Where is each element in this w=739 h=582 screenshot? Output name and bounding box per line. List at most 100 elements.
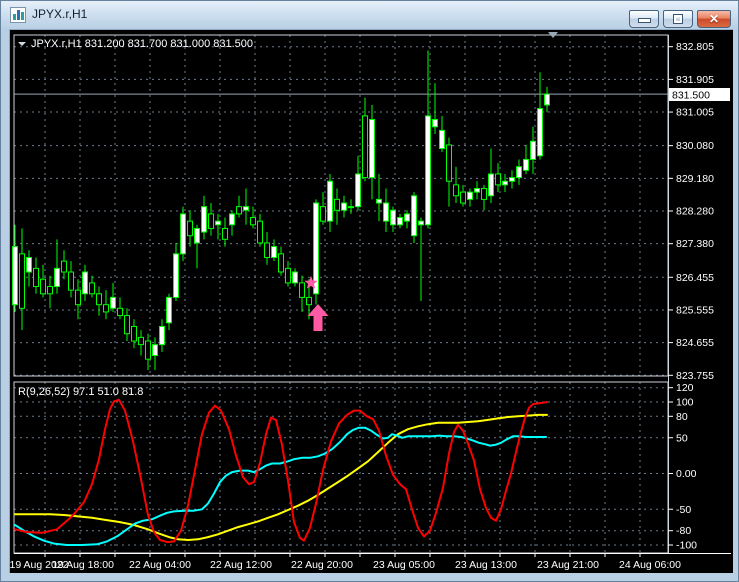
candle-body	[488, 173, 494, 197]
candle-body	[271, 246, 277, 258]
price-tick-label: 831.005	[676, 107, 714, 119]
chart-window: JPYX.r,H1 ✕ 832.805 831.905 831.005 830.080…	[0, 0, 739, 582]
candle-body	[285, 267, 291, 284]
indicator-tick-label: -80	[676, 525, 691, 537]
candle-body	[397, 217, 403, 226]
candle-body	[376, 198, 382, 204]
candle-body	[12, 246, 18, 306]
time-axis-label: 23 Aug 21:00	[537, 559, 599, 571]
candle-body	[61, 260, 67, 273]
price-tick-label: 828.280	[676, 206, 714, 218]
price-tick-label: 830.080	[676, 140, 714, 152]
candle-body	[544, 93, 550, 106]
candle-body	[383, 202, 389, 222]
candle-body	[250, 217, 256, 226]
candle-body	[516, 166, 522, 179]
candle-body	[222, 227, 228, 240]
close-icon: ✕	[708, 12, 720, 26]
window-titlebar[interactable]: JPYX.r,H1 ✕	[1, 1, 738, 29]
candle-body	[537, 108, 543, 157]
candle-body	[166, 296, 172, 324]
candle-body	[243, 206, 249, 211]
price-tick-label: 827.380	[676, 238, 714, 250]
price-tick-label: 825.555	[676, 304, 714, 316]
candle-body	[152, 344, 158, 357]
candle-body	[138, 336, 144, 346]
candle-body	[187, 220, 193, 237]
candle-body	[229, 213, 235, 226]
indicator-tick-label: 100	[676, 397, 694, 409]
candle-body	[103, 304, 109, 313]
candle-body	[432, 119, 438, 128]
time-axis-label: 23 Aug 13:00	[455, 559, 517, 571]
candle-body	[201, 206, 207, 233]
candle-body	[117, 307, 123, 317]
price-tick-label: 826.455	[676, 272, 714, 284]
candle-body	[369, 119, 375, 179]
candle-body	[439, 129, 445, 150]
candle-body	[467, 191, 473, 200]
minimize-button[interactable]	[629, 10, 659, 28]
candle-body	[474, 187, 480, 193]
candle-body	[355, 173, 361, 208]
candle-body	[131, 325, 137, 342]
candle-body	[159, 325, 165, 346]
candle-body	[509, 177, 515, 182]
candle-body	[495, 173, 501, 186]
candle-body	[348, 206, 354, 209]
indicator-tick-label: 50	[676, 432, 688, 444]
price-tick-label: 829.180	[676, 173, 714, 185]
candle-body	[215, 220, 221, 226]
candle-body	[362, 115, 368, 179]
price-tick-label: 832.805	[676, 41, 714, 53]
restore-button[interactable]	[663, 10, 693, 28]
time-axis-label: 19 Aug 18:00	[52, 559, 114, 571]
candle-body	[89, 282, 95, 295]
time-axis-label: 24 Aug 06:00	[619, 559, 681, 571]
current-price-value: 831.500	[672, 90, 710, 102]
candle-body	[54, 267, 60, 288]
candle-body	[96, 293, 102, 306]
candle-body	[418, 220, 424, 226]
close-button[interactable]: ✕	[697, 10, 731, 28]
candle-body	[173, 253, 179, 298]
indicator-line-R-mid	[14, 426, 547, 546]
candle-body	[145, 340, 151, 360]
chart-client-area: 832.805 831.905 831.005 830.080 829.180 828.2…	[9, 29, 733, 573]
candle-body	[320, 206, 326, 222]
candle-body	[68, 271, 74, 291]
candle-body	[208, 213, 214, 229]
indicator-tick-label: 0.00	[676, 468, 697, 480]
price-tick-label: 823.755	[676, 370, 714, 382]
candle-body	[47, 286, 53, 295]
indicator-tick-label: 80	[676, 411, 688, 423]
indicator-tick-label: -50	[676, 504, 691, 516]
candle-body	[523, 158, 529, 171]
candle-body	[481, 187, 487, 200]
indicator-tick-label: -100	[676, 540, 697, 552]
candle-body	[313, 202, 319, 295]
time-axis-label: 22 Aug 20:00	[291, 559, 353, 571]
candle-body	[390, 209, 396, 226]
header-expander-icon[interactable]	[18, 42, 26, 46]
chart-canvas[interactable]: 832.805 831.905 831.005 830.080 829.180 828.2…	[10, 30, 733, 573]
chart-ohlc-header: JPYX.r,H1 831.200 831.700 831.000 831.50…	[31, 38, 253, 50]
candle-body	[278, 253, 284, 273]
candle-body	[82, 271, 88, 295]
price-tick-label: 831.905	[676, 74, 714, 86]
candle-body	[180, 213, 186, 255]
indicator-tick-label: 120	[676, 382, 694, 394]
candle-body	[404, 213, 410, 222]
candle-body	[33, 267, 39, 288]
candle-body	[299, 282, 305, 298]
candle-body	[110, 296, 116, 309]
minimize-icon	[639, 19, 650, 22]
candle-body	[530, 140, 536, 160]
candle-body	[26, 256, 32, 273]
candle-body	[341, 202, 347, 211]
candle-body	[460, 191, 466, 204]
candle-body	[40, 278, 46, 295]
candle-body	[502, 180, 508, 186]
time-axis-label: 23 Aug 05:00	[373, 559, 435, 571]
candle-body	[453, 184, 459, 197]
